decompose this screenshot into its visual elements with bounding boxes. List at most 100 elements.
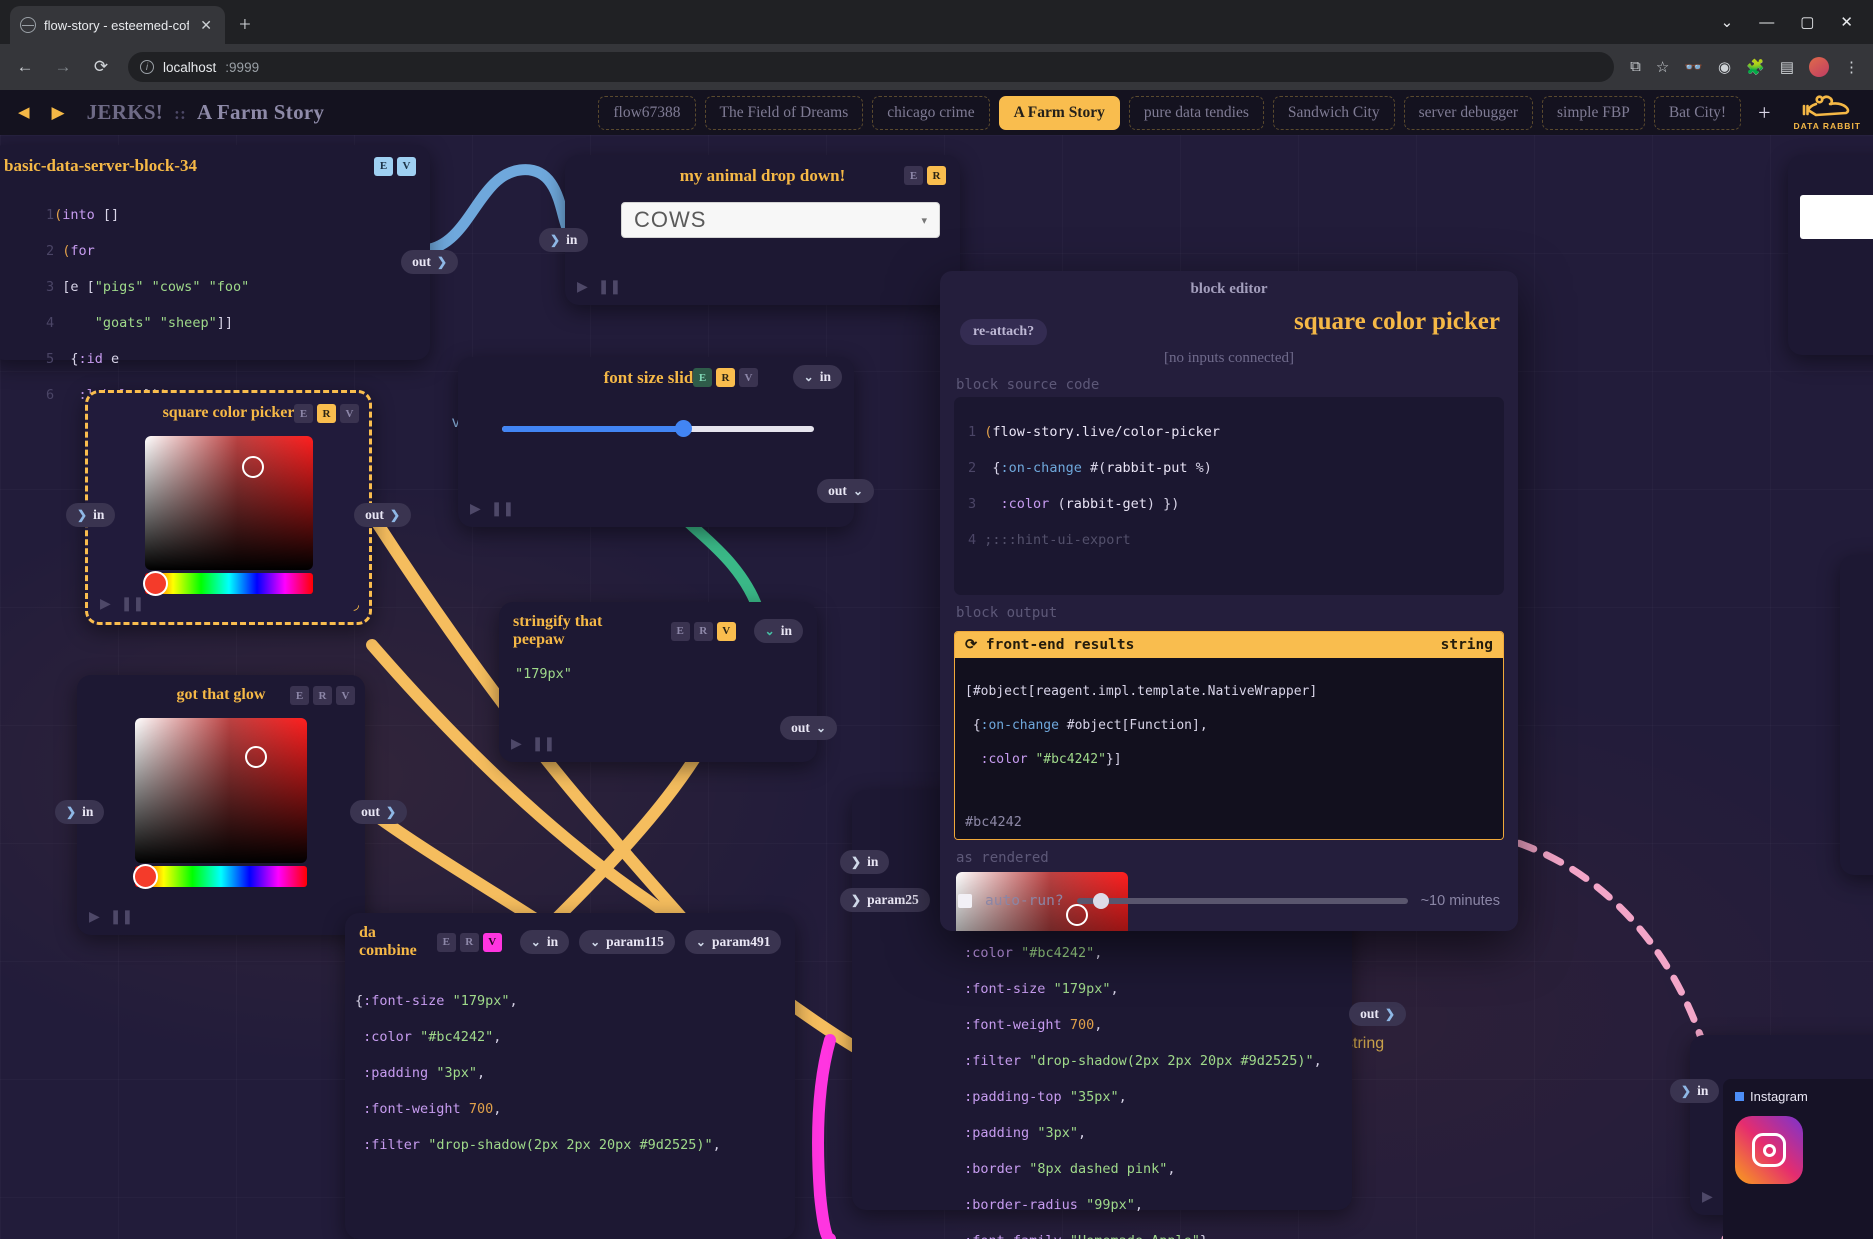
site-info-icon[interactable]: i	[140, 60, 154, 74]
offscreen-input[interactable]	[1800, 195, 1873, 239]
re-attach-button[interactable]: re-attach?	[960, 319, 1048, 345]
badge-r[interactable]: R	[927, 166, 946, 185]
pause-icon[interactable]: ❚❚	[110, 909, 133, 926]
chevron-down-icon[interactable]: ▾	[921, 214, 927, 227]
browser-tab[interactable]: flow-story - esteemed-coffee-hu ✕	[10, 6, 225, 44]
share-icon[interactable]: ⧉	[1630, 58, 1641, 76]
window-minimize-icon[interactable]: —	[1759, 14, 1774, 31]
badge-e[interactable]: E	[436, 932, 456, 952]
flow-tab-0[interactable]: flow67388	[598, 95, 696, 130]
run-icon[interactable]: ▶	[100, 596, 111, 613]
window-chevron-icon[interactable]: ⌄	[1721, 13, 1734, 31]
hue-slider[interactable]	[142, 570, 313, 596]
node-font-size-slider[interactable]: font size slider E R V ⌄ in out ⌄ ▶ ❚❚	[458, 357, 874, 527]
prev-button[interactable]: ◀	[12, 103, 36, 122]
window-close-icon[interactable]: ✕	[1840, 13, 1853, 31]
flow-tab-7[interactable]: simple FBP	[1542, 95, 1645, 130]
pause-icon[interactable]: ❚❚	[532, 736, 555, 753]
port-in[interactable]: ❯ in	[840, 850, 890, 874]
flow-tab-4[interactable]: pure data tendies	[1128, 95, 1264, 130]
menu-kebab-icon[interactable]: ⋮	[1844, 58, 1859, 77]
sv-knob[interactable]	[241, 456, 264, 478]
badge-r[interactable]: R	[716, 368, 735, 387]
new-tab-button[interactable]: +	[239, 12, 251, 37]
glasses-icon[interactable]: 👓	[1684, 58, 1703, 77]
port-out[interactable]: out ⌄	[817, 479, 874, 503]
slider-knob[interactable]	[1093, 893, 1110, 909]
window-maximize-icon[interactable]: ▢	[1800, 13, 1814, 31]
color-picker-widget[interactable]	[142, 436, 313, 596]
port-out[interactable]: out ⌄	[780, 716, 837, 740]
port-in[interactable]: ❯ in	[55, 800, 105, 824]
circle-icon[interactable]: ◉	[1718, 58, 1731, 77]
port-param491[interactable]: ⌄ param491	[684, 930, 782, 954]
back-icon[interactable]: ←	[14, 57, 36, 77]
badge-r[interactable]: R	[693, 621, 713, 641]
play-button[interactable]: ▶	[46, 103, 71, 123]
badge-v[interactable]: V	[397, 156, 416, 176]
bookmark-star-icon[interactable]: ☆	[1656, 58, 1669, 77]
run-icon[interactable]: ▶	[511, 736, 522, 753]
color-picker-widget[interactable]	[133, 718, 307, 889]
pause-icon[interactable]: ❚❚	[491, 501, 514, 518]
add-flow-button[interactable]: +	[1750, 100, 1778, 126]
badge-v[interactable]: V	[340, 404, 359, 423]
extensions-puzzle-icon[interactable]: 🧩	[1746, 58, 1765, 77]
saturation-value-area[interactable]	[144, 436, 313, 570]
badge-e[interactable]: E	[693, 368, 712, 387]
port-in[interactable]: ⌄ in	[519, 930, 570, 954]
range-knob[interactable]	[674, 420, 692, 437]
resize-handle-icon[interactable]: ◞	[354, 597, 359, 614]
port-in[interactable]: ❯ in	[539, 228, 589, 252]
run-icon[interactable]: ▶	[577, 279, 588, 296]
badge-v[interactable]: V	[336, 686, 355, 705]
auto-run-checkbox[interactable]	[958, 894, 972, 908]
badge-r[interactable]: R	[459, 932, 479, 952]
hue-knob[interactable]	[142, 570, 168, 596]
saturation-value-area[interactable]	[135, 718, 307, 863]
close-tab-icon[interactable]: ✕	[197, 17, 215, 34]
run-icon[interactable]: ▶	[1702, 1189, 1713, 1206]
instagram-widget[interactable]: Instagram	[1723, 1079, 1873, 1239]
forward-icon[interactable]: →	[52, 57, 74, 77]
reload-icon[interactable]: ⟳	[90, 57, 112, 77]
pause-icon[interactable]: ❚❚	[598, 279, 621, 296]
instagram-icon[interactable]	[1735, 1116, 1803, 1184]
node-square-color-picker[interactable]: square color picker E R V ❯ in out ❯ ▶ ❚	[66, 390, 411, 625]
port-out[interactable]: out ❯	[1349, 1002, 1406, 1026]
badge-v[interactable]: V	[482, 932, 502, 952]
badge-e[interactable]: E	[670, 621, 690, 641]
node-offscreen-right-top[interactable]	[1788, 155, 1873, 355]
source-code-box[interactable]: 1 (flow-story.live/color-picker 2 {:on-c…	[954, 397, 1504, 595]
port-param25[interactable]: ❯ param25	[840, 888, 930, 912]
node-stringify-that-peepaw[interactable]: stringify that peepaw E R V ⌄ in "179px"…	[499, 602, 837, 762]
badge-r[interactable]: R	[313, 686, 332, 705]
flow-canvas[interactable]: vector integer string string basic-data-…	[0, 135, 1873, 1239]
badge-v[interactable]: V	[739, 368, 758, 387]
node-animal-dropdown[interactable]: my animal drop down! E R COWS ▾ ❯ in ▶ ❚…	[539, 155, 960, 305]
flow-tab-8[interactable]: Bat City!	[1653, 95, 1742, 130]
port-in[interactable]: ⌄ in	[792, 365, 842, 389]
run-icon[interactable]: ▶	[470, 501, 481, 518]
run-icon[interactable]: ▶	[89, 909, 100, 926]
auto-run-interval-slider[interactable]	[1076, 893, 1408, 909]
port-in[interactable]: ❯ in	[1670, 1079, 1720, 1103]
badge-e[interactable]: E	[904, 166, 923, 185]
flow-tab-6[interactable]: server debugger	[1403, 95, 1534, 130]
badge-e[interactable]: E	[294, 404, 313, 423]
flow-tab-5[interactable]: Sandwich City	[1272, 95, 1395, 130]
node-da-combine[interactable]: da combine E R V ⌄ in ⌄ param115 ⌄ param…	[345, 913, 795, 1239]
flow-tab-3[interactable]: A Farm Story	[998, 95, 1120, 130]
flow-tab-1[interactable]: The Field of Dreams	[704, 95, 864, 130]
badge-e[interactable]: E	[374, 156, 393, 176]
hue-slider[interactable]	[133, 863, 307, 889]
address-bar[interactable]: i localhost :9999	[128, 52, 1615, 82]
port-param115[interactable]: ⌄ param115	[579, 930, 675, 954]
list-icon[interactable]: ▤	[1780, 58, 1794, 77]
avatar[interactable]	[1809, 57, 1829, 77]
port-out[interactable]: out ❯	[350, 800, 407, 824]
font-size-range[interactable]	[502, 420, 814, 437]
sv-knob[interactable]	[245, 746, 267, 768]
animal-select[interactable]: COWS ▾	[621, 202, 940, 238]
port-out[interactable]: out ❯	[354, 503, 411, 527]
